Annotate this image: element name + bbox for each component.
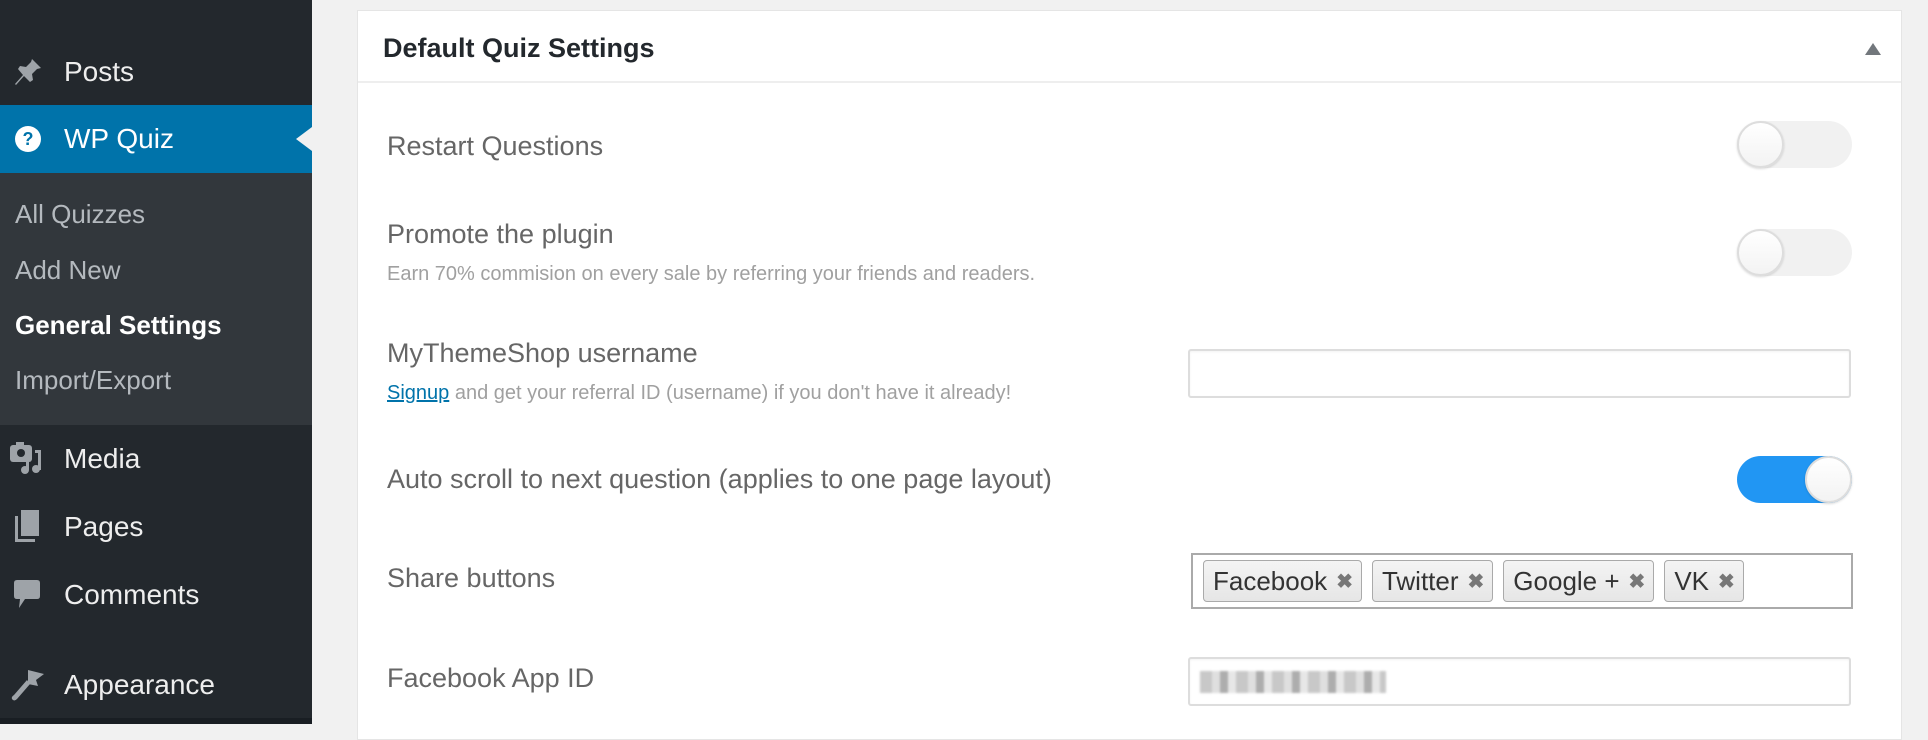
default-quiz-settings-panel: Default Quiz Settings Restart Questions … xyxy=(357,10,1902,740)
promote-plugin-label: Promote the plugin xyxy=(387,219,614,249)
sidebar-item-label: WP Quiz xyxy=(64,123,174,154)
signup-description-text: and get your referral ID (username) if y… xyxy=(449,382,1012,404)
sidebar-item-appearance[interactable]: Appearance xyxy=(0,651,312,719)
restart-questions-label: Restart Questions xyxy=(387,131,604,161)
share-tag-twitter: Twitter ✖ xyxy=(1371,560,1494,602)
mythemeshop-username-input[interactable] xyxy=(1188,349,1851,398)
tag-label: VK xyxy=(1674,565,1709,596)
promote-plugin-toggle[interactable] xyxy=(1737,229,1852,276)
submenu-item-import-export[interactable]: Import/Export xyxy=(15,365,171,396)
submenu-item-add-new[interactable]: Add New xyxy=(15,255,121,286)
sidebar-bottom-edge xyxy=(0,718,312,724)
remove-tag-icon[interactable]: ✖ xyxy=(1718,569,1735,594)
mythemeshop-username-description: Signup and get your referral ID (usernam… xyxy=(387,382,1011,405)
share-tag-facebook: Facebook ✖ xyxy=(1203,560,1362,602)
pin-icon xyxy=(10,54,46,90)
panel-header[interactable]: Default Quiz Settings xyxy=(358,11,1901,83)
sidebar-item-wp-quiz[interactable]: ? WP Quiz xyxy=(0,105,312,173)
admin-sidebar: Posts ? WP Quiz All Quizzes Add New Gene… xyxy=(0,0,312,724)
toggle-knob xyxy=(1737,229,1784,276)
sidebar-item-comments[interactable]: Comments xyxy=(0,561,312,629)
share-tag-vk: VK ✖ xyxy=(1664,560,1744,602)
pages-icon xyxy=(10,509,46,545)
wp-quiz-submenu: All Quizzes Add New General Settings Imp… xyxy=(0,173,312,425)
question-circle-icon: ? xyxy=(10,121,46,157)
submenu-item-general-settings[interactable]: General Settings xyxy=(15,310,222,341)
sidebar-item-label: Posts xyxy=(64,56,135,87)
mythemeshop-username-label: MyThemeShop username xyxy=(387,338,698,368)
triangle-up-icon[interactable] xyxy=(1865,43,1881,55)
sidebar-item-label: Appearance xyxy=(64,669,216,700)
facebook-app-id-input[interactable] xyxy=(1188,657,1851,706)
sidebar-item-pages[interactable]: Pages xyxy=(0,493,312,561)
remove-tag-icon[interactable]: ✖ xyxy=(1336,569,1353,594)
share-buttons-label: Share buttons xyxy=(387,563,556,593)
sidebar-item-media[interactable]: Media xyxy=(0,425,312,493)
share-buttons-select[interactable]: Facebook ✖ Twitter ✖ Google + ✖ VK ✖ xyxy=(1191,553,1853,609)
active-indicator-arrow xyxy=(296,127,312,151)
auto-scroll-toggle[interactable] xyxy=(1737,456,1852,503)
comment-icon xyxy=(10,577,46,613)
sidebar-item-label: Comments xyxy=(64,579,200,610)
tag-label: Facebook xyxy=(1213,565,1328,596)
tag-label: Twitter xyxy=(1381,565,1459,596)
sidebar-item-label: Media xyxy=(64,443,141,474)
signup-link[interactable]: Signup xyxy=(387,382,449,404)
panel-title: Default Quiz Settings xyxy=(383,33,655,63)
remove-tag-icon[interactable]: ✖ xyxy=(1468,569,1485,594)
auto-scroll-label: Auto scroll to next question (applies to… xyxy=(387,464,1052,494)
submenu-item-all-quizzes[interactable]: All Quizzes xyxy=(15,199,145,230)
redacted-app-id-value xyxy=(1200,671,1386,693)
toggle-knob xyxy=(1805,456,1852,503)
tag-label: Google + xyxy=(1513,565,1620,596)
media-icon xyxy=(10,441,46,477)
toggle-knob xyxy=(1737,121,1784,168)
brush-icon xyxy=(10,667,46,703)
restart-questions-toggle[interactable] xyxy=(1737,121,1852,168)
facebook-app-id-label: Facebook App ID xyxy=(387,663,595,693)
share-tag-google-plus: Google + ✖ xyxy=(1503,560,1655,602)
svg-text:?: ? xyxy=(23,129,34,149)
sidebar-item-label: Pages xyxy=(64,511,144,542)
remove-tag-icon[interactable]: ✖ xyxy=(1629,569,1646,594)
promote-plugin-description: Earn 70% commision on every sale by refe… xyxy=(387,263,1036,285)
sidebar-item-posts[interactable]: Posts xyxy=(0,38,312,106)
